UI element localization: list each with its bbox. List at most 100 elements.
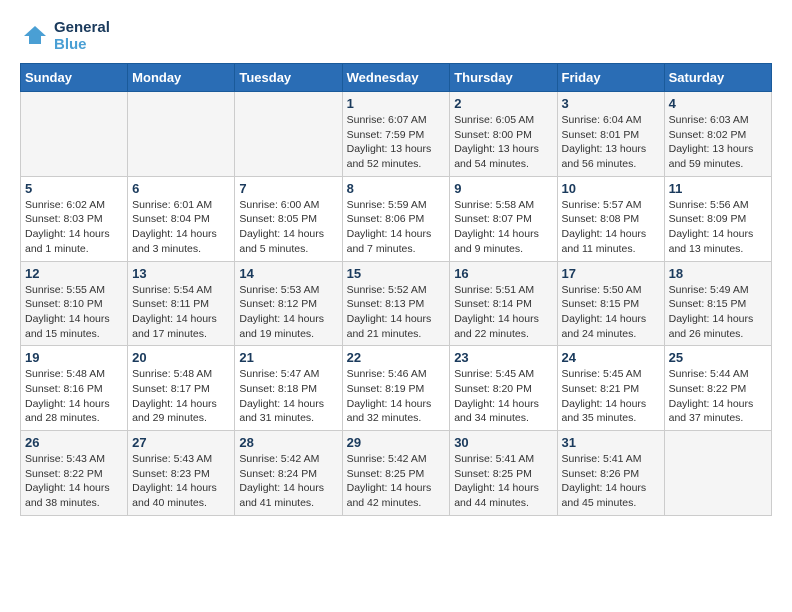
col-header-friday: Friday [557,64,664,92]
calendar-cell: 9 Sunrise: 5:58 AM Sunset: 8:07 PM Daylig… [450,176,557,261]
day-info: Sunrise: 5:56 AM Sunset: 8:09 PM Dayligh… [669,198,767,257]
calendar-cell: 1 Sunrise: 6:07 AM Sunset: 7:59 PM Daylig… [342,92,450,177]
col-header-sunday: Sunday [21,64,128,92]
week-row-1: 1 Sunrise: 6:07 AM Sunset: 7:59 PM Daylig… [21,92,772,177]
day-number: 1 [347,96,446,111]
day-number: 22 [347,350,446,365]
calendar-cell: 14 Sunrise: 5:53 AM Sunset: 8:12 PM Dayli… [235,261,342,346]
day-number: 6 [132,181,230,196]
calendar-cell: 23 Sunrise: 5:45 AM Sunset: 8:20 PM Dayli… [450,346,557,431]
calendar-cell: 10 Sunrise: 5:57 AM Sunset: 8:08 PM Dayli… [557,176,664,261]
calendar-cell: 29 Sunrise: 5:42 AM Sunset: 8:25 PM Dayli… [342,431,450,516]
calendar-cell: 15 Sunrise: 5:52 AM Sunset: 8:13 PM Dayli… [342,261,450,346]
day-info: Sunrise: 5:42 AM Sunset: 8:24 PM Dayligh… [239,452,337,511]
calendar-cell: 20 Sunrise: 5:48 AM Sunset: 8:17 PM Dayli… [128,346,235,431]
day-number: 24 [562,350,660,365]
day-number: 16 [454,266,552,281]
day-number: 3 [562,96,660,111]
day-number: 29 [347,435,446,450]
day-number: 2 [454,96,552,111]
day-info: Sunrise: 5:54 AM Sunset: 8:11 PM Dayligh… [132,283,230,342]
col-header-saturday: Saturday [664,64,771,92]
day-info: Sunrise: 5:45 AM Sunset: 8:21 PM Dayligh… [562,367,660,426]
day-number: 28 [239,435,337,450]
day-info: Sunrise: 6:04 AM Sunset: 8:01 PM Dayligh… [562,113,660,172]
day-number: 25 [669,350,767,365]
day-info: Sunrise: 5:52 AM Sunset: 8:13 PM Dayligh… [347,283,446,342]
calendar-cell: 12Sunrise: 5:55 AM Sunset: 8:10 PM Dayli… [21,261,128,346]
day-info: Sunrise: 5:58 AM Sunset: 8:07 PM Dayligh… [454,198,552,257]
col-header-wednesday: Wednesday [342,64,450,92]
calendar-cell: 7Sunrise: 6:00 AM Sunset: 8:05 PM Daylig… [235,176,342,261]
day-number: 26 [25,435,123,450]
calendar-cell: 4Sunrise: 6:03 AM Sunset: 8:02 PM Daylig… [664,92,771,177]
day-number: 10 [562,181,660,196]
day-number: 12 [25,266,123,281]
calendar-cell: 19 Sunrise: 5:48 AM Sunset: 8:16 PM Dayli… [21,346,128,431]
calendar-cell: 21 Sunrise: 5:47 AM Sunset: 8:18 PM Dayli… [235,346,342,431]
calendar-cell: 22Sunrise: 5:46 AM Sunset: 8:19 PM Dayli… [342,346,450,431]
calendar-cell: 26Sunrise: 5:43 AM Sunset: 8:22 PM Dayli… [21,431,128,516]
logo-line2: Blue [54,37,110,54]
day-info: Sunrise: 5:44 AM Sunset: 8:22 PM Dayligh… [669,367,767,426]
day-number: 30 [454,435,552,450]
calendar-cell: 13 Sunrise: 5:54 AM Sunset: 8:11 PM Dayli… [128,261,235,346]
calendar-cell: 6Sunrise: 6:01 AM Sunset: 8:04 PM Daylig… [128,176,235,261]
week-row-5: 26Sunrise: 5:43 AM Sunset: 8:22 PM Dayli… [21,431,772,516]
calendar-cell [128,92,235,177]
calendar-cell: 16Sunrise: 5:51 AM Sunset: 8:14 PM Dayli… [450,261,557,346]
calendar-table: SundayMondayTuesdayWednesdayThursdayFrid… [20,63,772,516]
day-info: Sunrise: 5:48 AM Sunset: 8:17 PM Dayligh… [132,367,230,426]
day-number: 27 [132,435,230,450]
day-number: 21 [239,350,337,365]
calendar-cell: 31 Sunrise: 5:41 AM Sunset: 8:26 PM Dayli… [557,431,664,516]
day-info: Sunrise: 5:48 AM Sunset: 8:16 PM Dayligh… [25,367,123,426]
col-header-tuesday: Tuesday [235,64,342,92]
day-number: 5 [25,181,123,196]
logo-bird-icon [20,22,50,52]
calendar-cell: 11Sunrise: 5:56 AM Sunset: 8:09 PM Dayli… [664,176,771,261]
logo-line1: General [54,20,110,37]
calendar-cell: 24 Sunrise: 5:45 AM Sunset: 8:21 PM Dayli… [557,346,664,431]
day-number: 20 [132,350,230,365]
week-row-3: 12Sunrise: 5:55 AM Sunset: 8:10 PM Dayli… [21,261,772,346]
day-number: 17 [562,266,660,281]
day-info: Sunrise: 5:50 AM Sunset: 8:15 PM Dayligh… [562,283,660,342]
calendar-cell [21,92,128,177]
page-header: General Blue [20,20,772,53]
day-info: Sunrise: 5:45 AM Sunset: 8:20 PM Dayligh… [454,367,552,426]
logo: General Blue [20,20,110,53]
day-info: Sunrise: 5:49 AM Sunset: 8:15 PM Dayligh… [669,283,767,342]
day-number: 23 [454,350,552,365]
day-info: Sunrise: 5:57 AM Sunset: 8:08 PM Dayligh… [562,198,660,257]
day-number: 4 [669,96,767,111]
day-number: 9 [454,181,552,196]
calendar-cell: 25 Sunrise: 5:44 AM Sunset: 8:22 PM Dayli… [664,346,771,431]
day-number: 19 [25,350,123,365]
day-info: Sunrise: 5:47 AM Sunset: 8:18 PM Dayligh… [239,367,337,426]
day-number: 7 [239,181,337,196]
calendar-cell: 3 Sunrise: 6:04 AM Sunset: 8:01 PM Daylig… [557,92,664,177]
day-info: Sunrise: 5:41 AM Sunset: 8:26 PM Dayligh… [562,452,660,511]
day-info: Sunrise: 6:02 AM Sunset: 8:03 PM Dayligh… [25,198,123,257]
calendar-cell: 27 Sunrise: 5:43 AM Sunset: 8:23 PM Dayli… [128,431,235,516]
logo-container: General Blue [20,20,110,53]
day-info: Sunrise: 5:42 AM Sunset: 8:25 PM Dayligh… [347,452,446,511]
day-number: 15 [347,266,446,281]
day-number: 14 [239,266,337,281]
calendar-cell [664,431,771,516]
day-info: Sunrise: 6:07 AM Sunset: 7:59 PM Dayligh… [347,113,446,172]
day-number: 31 [562,435,660,450]
day-info: Sunrise: 5:53 AM Sunset: 8:12 PM Dayligh… [239,283,337,342]
week-row-4: 19 Sunrise: 5:48 AM Sunset: 8:16 PM Dayli… [21,346,772,431]
day-info: Sunrise: 5:59 AM Sunset: 8:06 PM Dayligh… [347,198,446,257]
day-number: 13 [132,266,230,281]
day-info: Sunrise: 6:05 AM Sunset: 8:00 PM Dayligh… [454,113,552,172]
calendar-cell: 2 Sunrise: 6:05 AM Sunset: 8:00 PM Daylig… [450,92,557,177]
week-row-2: 5 Sunrise: 6:02 AM Sunset: 8:03 PM Daylig… [21,176,772,261]
calendar-cell: 28 Sunrise: 5:42 AM Sunset: 8:24 PM Dayli… [235,431,342,516]
day-info: Sunrise: 5:43 AM Sunset: 8:23 PM Dayligh… [132,452,230,511]
col-header-monday: Monday [128,64,235,92]
calendar-cell: 17 Sunrise: 5:50 AM Sunset: 8:15 PM Dayli… [557,261,664,346]
calendar-cell: 5 Sunrise: 6:02 AM Sunset: 8:03 PM Daylig… [21,176,128,261]
